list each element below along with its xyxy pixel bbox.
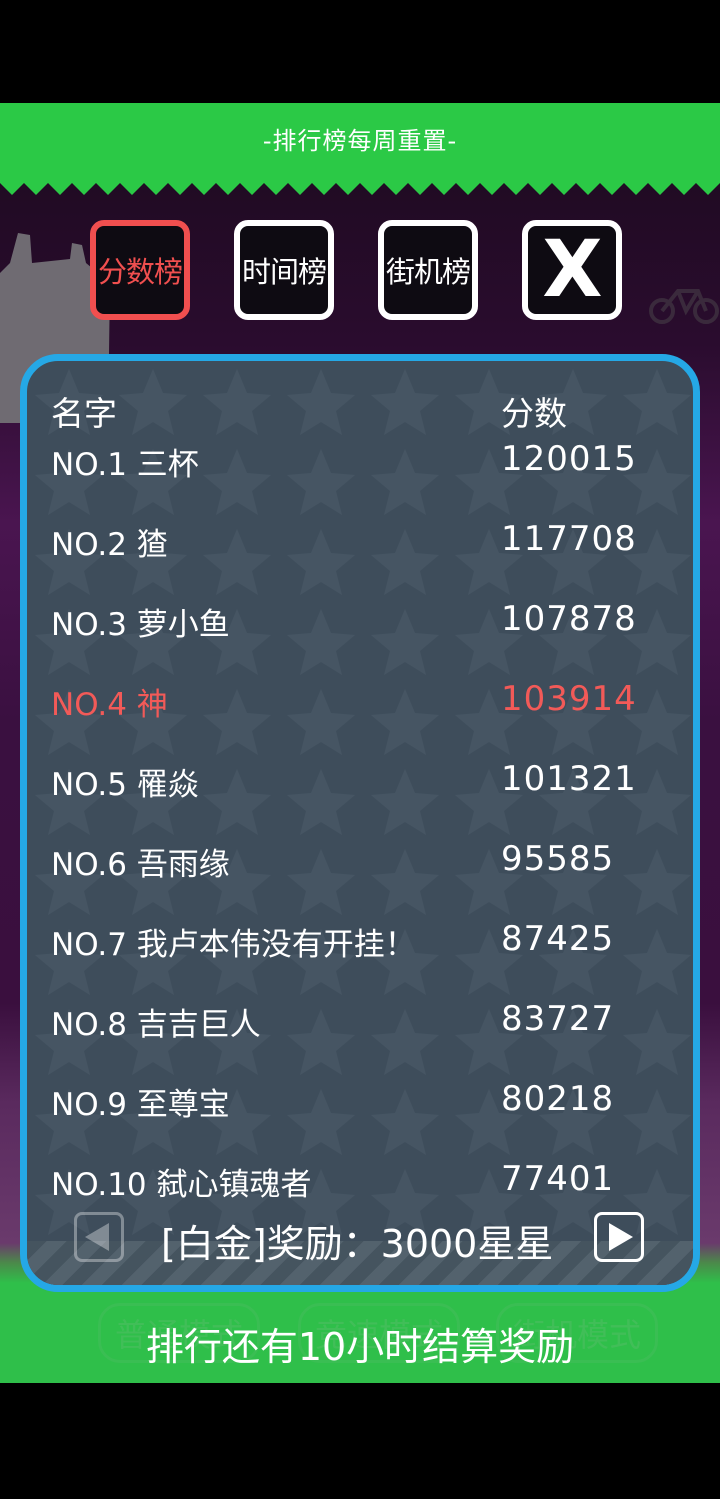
player-score: 95585 xyxy=(501,839,615,879)
table-row: NO.1 三杯 120015 xyxy=(27,439,693,499)
settlement-countdown-text: 排行还有10小时结算奖励 xyxy=(145,1325,575,1369)
weekly-reset-banner: -排行榜每周重置- xyxy=(0,103,720,183)
banner-text: -排行榜每周重置- xyxy=(262,127,458,155)
table-row: NO.2 猹 117708 xyxy=(27,519,693,579)
prev-page-button[interactable] xyxy=(74,1212,124,1262)
right-triangle-arrow-icon xyxy=(609,1223,633,1251)
table-row: NO.3 萝小鱼 107878 xyxy=(27,599,693,659)
player-score: 103914 xyxy=(501,679,637,719)
player-rank-name: NO.3 萝小鱼 xyxy=(51,607,230,643)
player-rank-name: NO.9 至尊宝 xyxy=(51,1087,230,1123)
close-button[interactable]: X xyxy=(522,220,622,320)
game-screen: 普通模式 竞速模式 街机模式 -排行榜每周重置- 分数榜 时间榜 街机榜 X 名… xyxy=(0,103,720,1383)
player-rank-name: NO.6 吾雨缘 xyxy=(51,847,230,883)
tab-time-leaderboard[interactable]: 时间榜 xyxy=(234,220,334,320)
tab-score-label: 分数榜 xyxy=(97,255,183,289)
star-pattern-background xyxy=(27,361,693,1285)
left-triangle-arrow-icon xyxy=(85,1223,109,1251)
player-rank-name: NO.5 罹焱 xyxy=(51,767,199,803)
next-page-button[interactable] xyxy=(594,1212,644,1262)
player-score: 101321 xyxy=(501,759,637,799)
table-row: NO.5 罹焱 101321 xyxy=(27,759,693,819)
table-row: NO.9 至尊宝 80218 xyxy=(27,1079,693,1139)
table-row: NO.10 弑心镇魂者 77401 xyxy=(27,1159,693,1219)
tab-time-label: 时间榜 xyxy=(241,255,327,289)
player-rank-name: NO.1 三杯 xyxy=(51,447,199,483)
player-rank-name: NO.10 弑心镇魂者 xyxy=(51,1167,312,1203)
player-rank-name: NO.4 神 xyxy=(51,687,168,723)
banner-zigzag-edge xyxy=(0,177,720,195)
background-bike-silhouette xyxy=(649,289,719,324)
tab-arcade-leaderboard[interactable]: 街机榜 xyxy=(378,220,478,320)
player-score: 80218 xyxy=(501,1079,615,1119)
player-rank-name: NO.2 猹 xyxy=(51,527,168,563)
table-row: NO.6 吾雨缘 95585 xyxy=(27,839,693,899)
reward-text: [白金]奖励：3000星星 xyxy=(161,1222,554,1266)
table-row: NO.4 神 103914 xyxy=(27,679,693,739)
tab-arcade-label: 街机榜 xyxy=(385,255,471,289)
player-score: 77401 xyxy=(501,1159,615,1199)
player-score: 120015 xyxy=(501,439,637,479)
player-score: 83727 xyxy=(501,999,615,1039)
column-header-score: 分数 xyxy=(501,394,567,433)
table-row: NO.8 吉吉巨人 83727 xyxy=(27,999,693,1059)
leaderboard-panel: 名字 分数 NO.1 三杯 120015 NO.2 猹 117708 NO.3 萝小鱼 1… xyxy=(20,354,700,1292)
column-header-name: 名字 xyxy=(51,394,117,433)
player-score: 117708 xyxy=(501,519,637,559)
player-rank-name: NO.7 我卢本伟没有开挂！ xyxy=(51,927,416,963)
player-score: 107878 xyxy=(501,599,637,639)
table-row: NO.7 我卢本伟没有开挂！ 87425 xyxy=(27,919,693,979)
tab-score-leaderboard[interactable]: 分数榜 xyxy=(90,220,190,320)
close-icon: X xyxy=(542,225,602,315)
player-rank-name: NO.8 吉吉巨人 xyxy=(51,1007,261,1043)
player-score: 87425 xyxy=(501,919,615,959)
